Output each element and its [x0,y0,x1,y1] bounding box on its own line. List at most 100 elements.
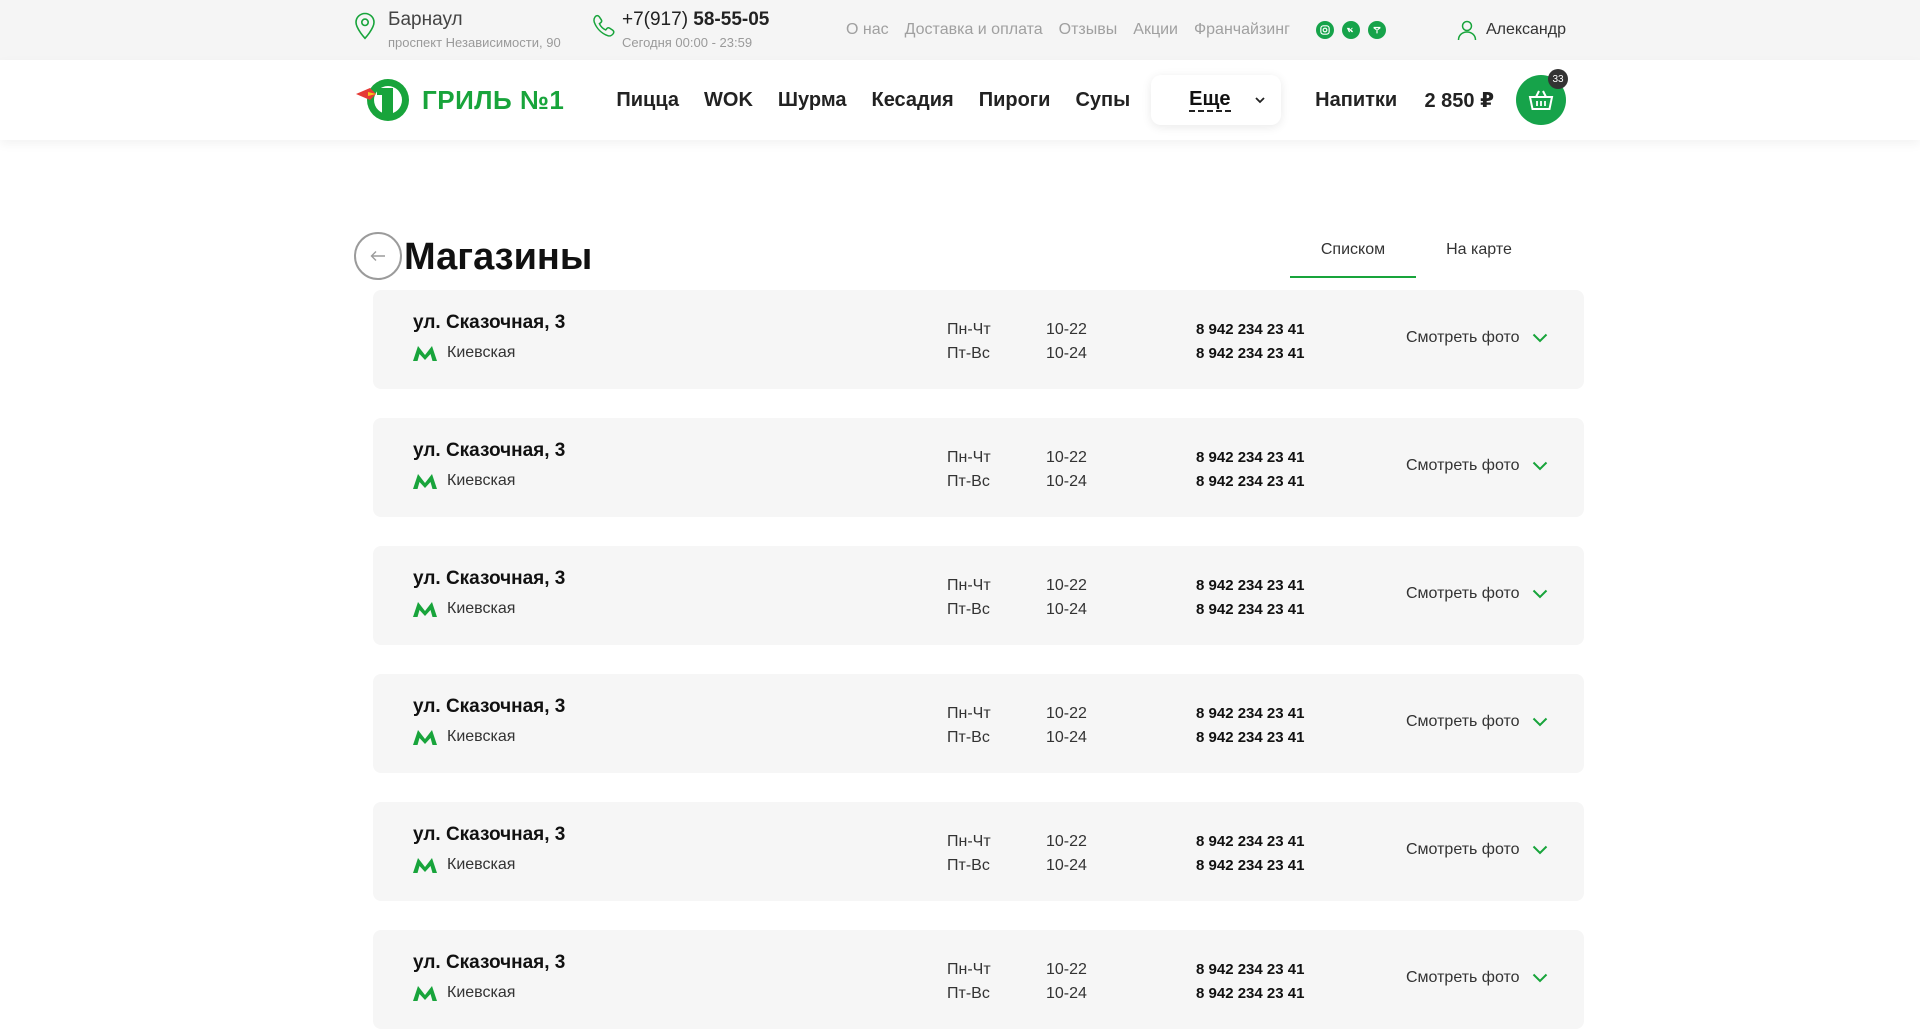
view-photo-button[interactable]: Смотреть фото [1406,841,1548,859]
instagram-icon[interactable] [1315,21,1334,39]
store-phone-2[interactable]: 8 942 234 23 41 [1196,470,1304,494]
nav-item-pizza[interactable]: Пицца [616,89,679,112]
nav-item-shurma[interactable]: Шурма [778,89,847,112]
times-weekend: 10-24 [1046,345,1087,362]
metro-icon [413,474,437,489]
days-weekdays: Пн-Чт [947,577,991,594]
days-weekdays: Пн-Чт [947,321,991,338]
store-phone-1[interactable]: 8 942 234 23 41 [1196,446,1304,470]
store-phones: 8 942 234 23 41 8 942 234 23 41 [1196,702,1304,750]
vk-icon[interactable] [1341,21,1360,39]
nav-item-wok[interactable]: WOK [704,89,753,112]
chevron-down-icon [1532,333,1547,343]
view-photo-button[interactable]: Смотреть фото [1406,585,1548,603]
days-weekdays: Пн-Чт [947,961,991,978]
view-photo-label: Смотреть фото [1406,969,1520,986]
times-weekdays: 10-22 [1046,577,1087,594]
metro-station: Киевская [447,600,516,617]
store-metro: Киевская [413,984,515,1002]
store-list: ул. Сказочная, 3 Киевская Пн-Чт Пт-Вс 10… [354,290,1584,1029]
store-phone-1[interactable]: 8 942 234 23 41 [1196,574,1304,598]
store-phones: 8 942 234 23 41 8 942 234 23 41 [1196,446,1304,494]
nav-item-pies[interactable]: Пироги [979,89,1051,112]
times-weekend: 10-24 [1046,729,1087,746]
view-photo-label: Смотреть фото [1406,585,1520,602]
days-weekend: Пт-Вс [947,985,990,1002]
days-weekend: Пт-Вс [947,473,990,490]
times-weekdays: 10-22 [1046,321,1087,338]
store-phone-2[interactable]: 8 942 234 23 41 [1196,726,1304,750]
metro-icon [413,986,437,1001]
store-phone-2[interactable]: 8 942 234 23 41 [1196,598,1304,622]
store-address: ул. Сказочная, 3 [413,952,566,973]
view-photo-button[interactable]: Смотреть фото [1406,457,1548,475]
store-address: ул. Сказочная, 3 [413,440,566,461]
store-phones: 8 942 234 23 41 8 942 234 23 41 [1196,574,1304,622]
times-weekdays: 10-22 [1046,705,1087,722]
nav-item-quesadilla[interactable]: Кесадия [871,89,953,112]
back-button[interactable] [354,232,402,280]
store-card: ул. Сказочная, 3 Киевская Пн-Чт Пт-Вс 10… [373,418,1584,517]
telegram-icon[interactable] [1367,21,1386,39]
phone-prefix: +7(917) [622,9,694,30]
store-phone-2[interactable]: 8 942 234 23 41 [1196,342,1304,366]
cart-count-badge: 33 [1548,69,1568,89]
view-photo-button[interactable]: Смотреть фото [1406,329,1548,347]
store-address: ул. Сказочная, 3 [413,824,566,845]
store-phone-2[interactable]: 8 942 234 23 41 [1196,982,1304,1006]
top-link-delivery[interactable]: Доставка и оплата [905,21,1043,39]
times-weekend: 10-24 [1046,473,1087,490]
metro-icon [413,602,437,617]
metro-station: Киевская [447,728,516,745]
cart-button[interactable]: 33 [1516,69,1568,125]
view-tabs: Списком На карте [1290,234,1542,278]
top-link-about[interactable]: О нас [846,21,889,39]
store-phones: 8 942 234 23 41 8 942 234 23 41 [1196,958,1304,1006]
user-icon [1457,20,1477,41]
chevron-down-icon [1532,973,1547,983]
tab-list[interactable]: Списком [1290,234,1416,278]
store-phone-1[interactable]: 8 942 234 23 41 [1196,830,1304,854]
store-times: 10-22 10-24 [1046,318,1087,366]
store-address: ул. Сказочная, 3 [413,696,566,717]
times-weekdays: 10-22 [1046,961,1087,978]
store-phones: 8 942 234 23 41 8 942 234 23 41 [1196,318,1304,366]
chevron-down-icon [1532,845,1547,855]
title-row: Магазины Списком На карте [354,140,1566,290]
city-selector[interactable]: Барнаул проспект Независимости, 90 [354,8,590,52]
store-phone-1[interactable]: 8 942 234 23 41 [1196,318,1304,342]
store-phone-1[interactable]: 8 942 234 23 41 [1196,702,1304,726]
phone-block[interactable]: +7(917) 58-55-05 Сегодня 00:00 - 23:59 [590,8,846,52]
metro-station: Киевская [447,472,516,489]
site-logo[interactable]: ГРИЛЬ №1 [354,74,564,126]
phone-main: 58-55-05 [693,9,770,30]
days-weekend: Пт-Вс [947,601,990,618]
view-photo-label: Смотреть фото [1406,841,1520,858]
phone-number[interactable]: +7(917) 58-55-05 [622,8,769,32]
nav-item-soups[interactable]: Супы [1075,89,1130,112]
view-photo-button[interactable]: Смотреть фото [1406,713,1548,731]
times-weekend: 10-24 [1046,857,1087,874]
store-metro: Киевская [413,728,515,746]
top-link-franchise[interactable]: Франчайзинг [1194,21,1290,39]
city-name: Барнаул [388,9,463,30]
store-days: Пн-Чт Пт-Вс [947,702,991,750]
metro-icon [413,346,437,361]
location-pin-icon [355,12,375,40]
top-link-promos[interactable]: Акции [1133,21,1178,39]
store-times: 10-22 10-24 [1046,446,1087,494]
view-photo-button[interactable]: Смотреть фото [1406,969,1548,987]
view-photo-label: Смотреть фото [1406,713,1520,730]
days-weekdays: Пн-Чт [947,705,991,722]
store-metro: Киевская [413,856,515,874]
nav-item-drinks[interactable]: Напитки [1315,89,1397,112]
user-profile[interactable]: Александр [1456,19,1566,41]
store-card: ул. Сказочная, 3 Киевская Пн-Чт Пт-Вс 10… [373,930,1584,1029]
store-card: ул. Сказочная, 3 Киевская Пн-Чт Пт-Вс 10… [373,546,1584,645]
more-dropdown[interactable]: Еще [1151,75,1282,125]
top-link-reviews[interactable]: Отзывы [1059,21,1118,39]
store-phone-1[interactable]: 8 942 234 23 41 [1196,958,1304,982]
store-metro: Киевская [413,472,515,490]
tab-map[interactable]: На карте [1416,234,1542,278]
store-phone-2[interactable]: 8 942 234 23 41 [1196,854,1304,878]
